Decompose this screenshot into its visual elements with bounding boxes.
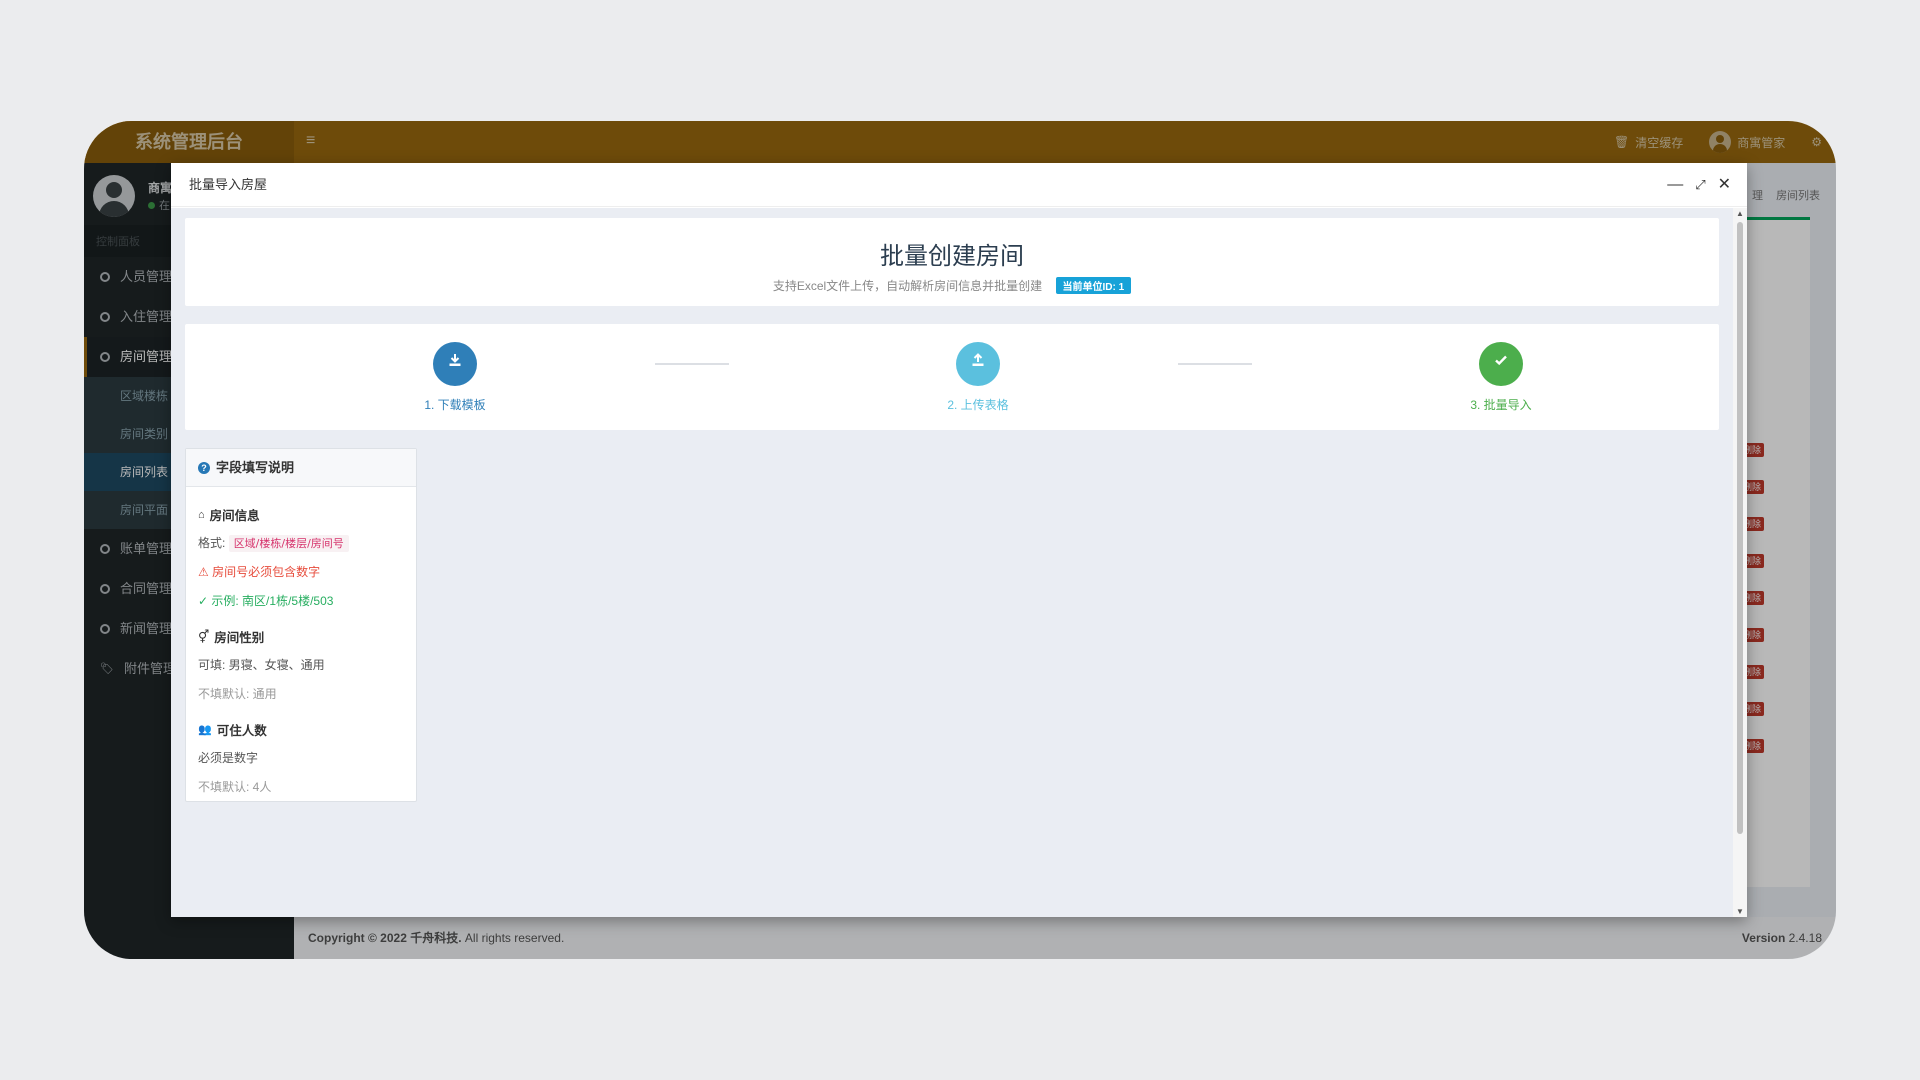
field-guide-title: 字段填写说明 <box>216 459 295 475</box>
step-connector <box>655 363 729 365</box>
scrollbar-thumb[interactable] <box>1737 222 1743 834</box>
room-gender-section: ⚥ 房间性别 可填: 男寝、女寝、通用 不填默认: 通用 <box>186 627 416 702</box>
scroll-up-icon[interactable]: ▲ <box>1736 209 1744 218</box>
step-connector <box>1178 363 1252 365</box>
capacity-rule: 必须是数字 <box>198 751 259 765</box>
section-heading-text: 房间信息 <box>209 509 260 523</box>
check-icon <box>1479 342 1523 386</box>
dialog-body: 批量创建房间 支持Excel文件上传，自动解析房间信息并批量创建 当前单位ID:… <box>171 208 1733 917</box>
gender-icon: ⚥ <box>198 630 210 644</box>
minimize-icon[interactable]: — <box>1667 163 1683 207</box>
scroll-down-icon[interactable]: ▼ <box>1736 907 1744 916</box>
warning-row: ⚠ 房间号必须包含数字 <box>198 563 404 580</box>
step-label: 3. 批量导入 <box>1470 398 1532 412</box>
field-guide-header: ? 字段填写说明 <box>186 449 416 487</box>
home-icon: ⌂ <box>198 508 205 521</box>
room-info-heading: ⌂ 房间信息 <box>198 505 404 524</box>
step-label: 1. 下载模板 <box>424 398 486 412</box>
hero-card: 批量创建房间 支持Excel文件上传，自动解析房间信息并批量创建 当前单位ID:… <box>185 218 1719 306</box>
format-row: 格式: 区域/楼栋/楼层/房间号 <box>198 534 404 552</box>
room-gender-heading: ⚥ 房间性别 <box>198 627 404 646</box>
dialog-scrollbar[interactable]: ▲ ▼ <box>1733 208 1747 917</box>
gender-options: 可填: 男寝、女寝、通用 <box>198 658 325 672</box>
steps-card: 1. 下载模板 2. 上传表格 3. 批量导入 <box>185 324 1719 430</box>
question-icon: ? <box>198 461 210 474</box>
capacity-heading: 👥 可住人数 <box>198 720 404 739</box>
step-upload-sheet[interactable]: 2. 上传表格 <box>908 342 1048 413</box>
page-title: 批量创建房间 <box>880 242 1024 270</box>
section-heading-text: 房间性别 <box>214 631 265 645</box>
format-label: 格式: <box>198 536 226 550</box>
room-info-section: ⌂ 房间信息 格式: 区域/楼栋/楼层/房间号 ⚠ 房间号必须包含数字 ✓ 示例:… <box>186 505 416 609</box>
download-icon <box>433 342 477 386</box>
users-icon: 👥 <box>198 724 212 736</box>
upload-icon <box>956 342 1000 386</box>
field-guide-panel: ? 字段填写说明 ⌂ 房间信息 格式: 区域/楼栋/楼层/房间号 ⚠ 房间号必须包… <box>185 448 417 802</box>
step-download-template[interactable]: 1. 下载模板 <box>385 342 525 413</box>
unit-id-badge: 当前单位ID: 1 <box>1055 277 1132 294</box>
step-batch-import[interactable]: 3. 批量导入 <box>1431 342 1571 413</box>
section-heading-text: 可住人数 <box>216 724 267 738</box>
warning-text: 房间号必须包含数字 <box>212 565 321 579</box>
hero-subtitle: 支持Excel文件上传，自动解析房间信息并批量创建 当前单位ID: 1 <box>185 277 1719 294</box>
close-icon[interactable]: ✕ <box>1718 163 1731 207</box>
dialog-title: 批量导入房屋 <box>189 177 268 192</box>
example-row: ✓ 示例: 南区/1栋/5楼/503 <box>198 594 334 608</box>
maximize-icon[interactable]: ⤢ <box>1695 163 1705 207</box>
dialog-controls: — ⤢ ✕ <box>1667 163 1731 207</box>
warning-icon: ⚠ <box>198 565 209 579</box>
gender-default: 不填默认: 通用 <box>198 687 277 701</box>
dialog-header: 批量导入房屋 — ⤢ ✕ <box>171 163 1747 207</box>
step-label: 2. 上传表格 <box>947 398 1009 412</box>
format-code: 区域/楼栋/楼层/房间号 <box>228 535 349 552</box>
capacity-section: 👥 可住人数 必须是数字 不填默认: 4人 <box>186 720 416 795</box>
batch-import-dialog: 批量导入房屋 — ⤢ ✕ 批量创建房间 支持Excel文件上传，自动解析房间信息… <box>171 163 1747 917</box>
hero-subtitle-text: 支持Excel文件上传，自动解析房间信息并批量创建 <box>772 279 1043 293</box>
capacity-default: 不填默认: 4人 <box>198 780 272 794</box>
